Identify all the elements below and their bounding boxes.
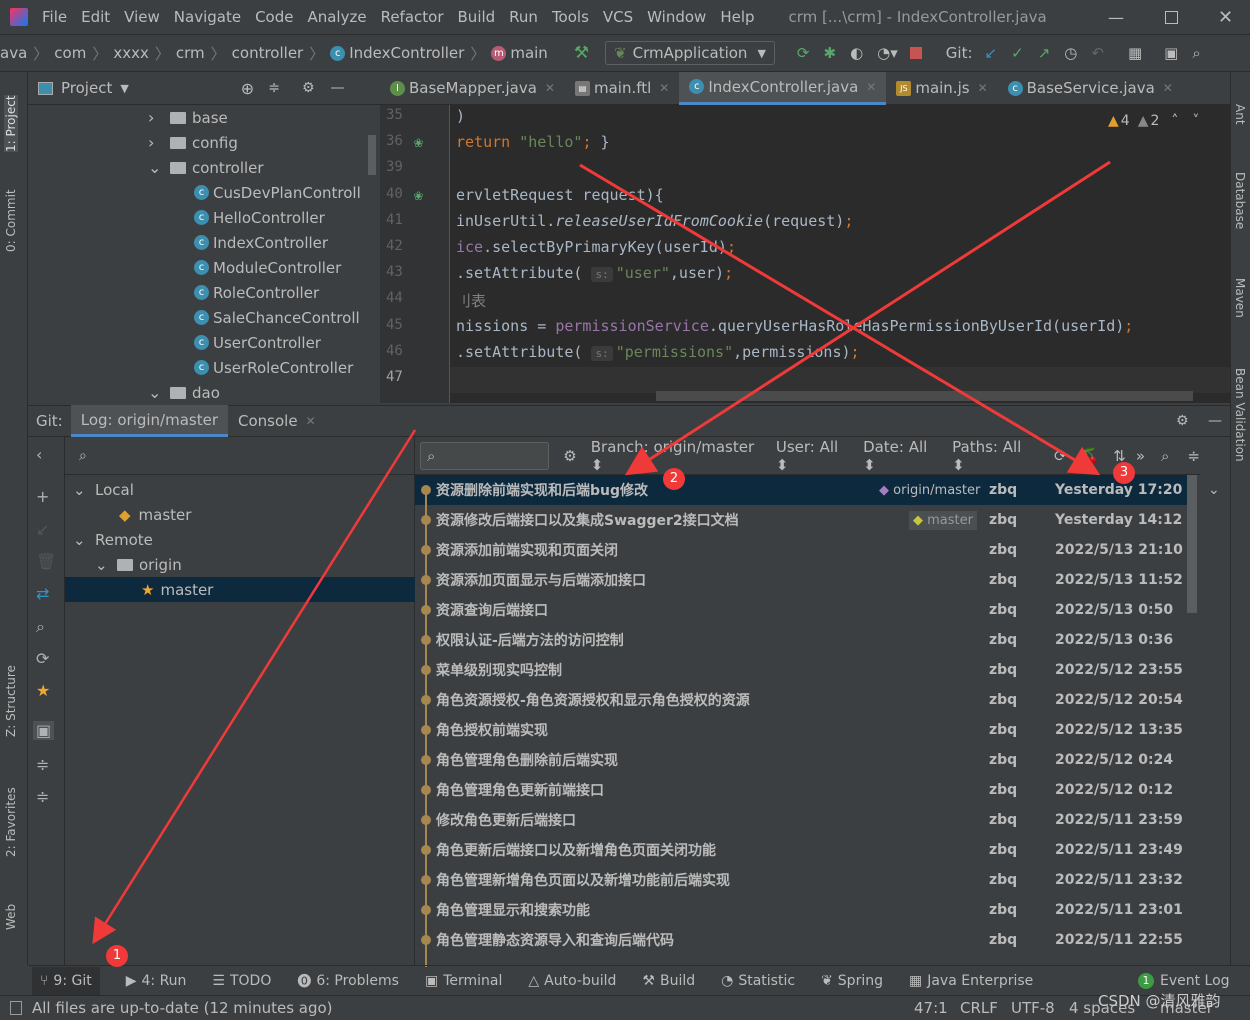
arrow-to-commit-date bbox=[579, 163, 1101, 476]
annotation-overlay bbox=[92, 160, 1111, 945]
annotation-badge-2: 2 bbox=[663, 468, 685, 490]
annotation-badge-3: 3 bbox=[1113, 462, 1135, 484]
arrow-to-commit-message bbox=[624, 160, 1111, 476]
arrow-to-git-tab bbox=[92, 429, 417, 945]
annotation-badge-1: 1 bbox=[106, 945, 128, 967]
